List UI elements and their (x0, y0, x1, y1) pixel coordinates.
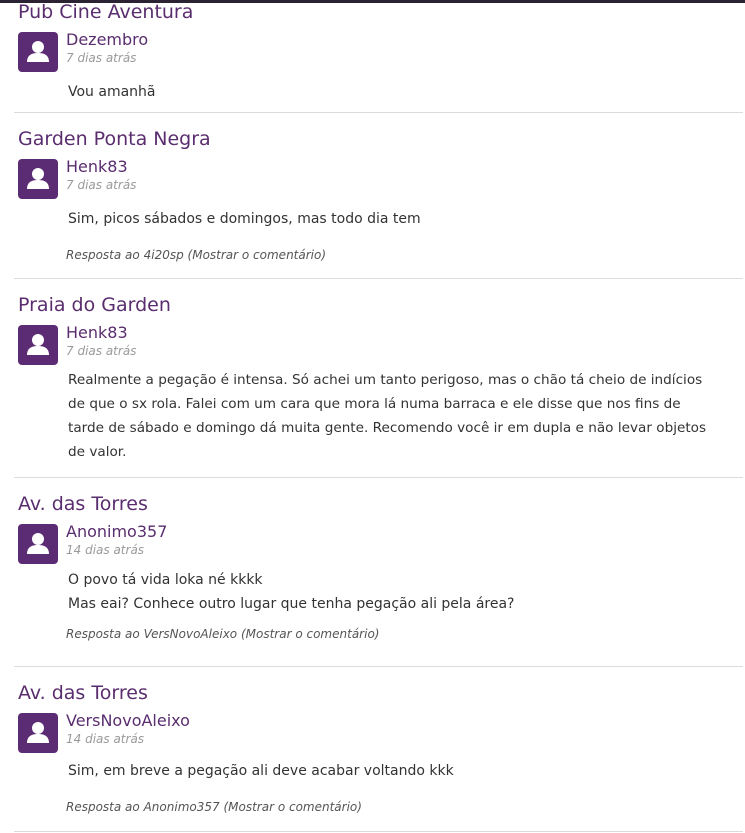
comment-body: Sim, em breve a pegação ali deve acabar … (68, 759, 743, 783)
avatar[interactable] (18, 159, 58, 199)
comment-item: Pub Cine Aventura Dezembro 7 dias atrás … (14, 0, 743, 113)
show-comment-link[interactable]: (Mostrar o comentário) (223, 800, 362, 814)
comment-meta: Henk83 7 dias atrás (66, 323, 136, 359)
timestamp: 14 dias atrás (66, 543, 145, 557)
comment-text: tarde de sábado e domingo dá muita gente… (68, 420, 707, 436)
comment-header: VersNovoAleixo 14 dias atrás (18, 711, 743, 753)
comment-body: Sim, picos sábados e domingos, mas todo … (68, 207, 743, 231)
comment-header: Anonimo357 14 dias atrás (18, 522, 743, 564)
comment-text: Realmente a pegação é intensa. Só achei … (68, 372, 703, 388)
reply-reference: Resposta ao Anonimo357 (Mostrar o coment… (66, 799, 743, 815)
comment-feed: Pub Cine Aventura Dezembro 7 dias atrás … (14, 0, 743, 832)
username-link[interactable]: Henk83 (66, 323, 136, 343)
comment-item: Garden Ponta Negra Henk83 7 dias atrás S… (14, 113, 743, 279)
comment-text: de que o sx rola. Falei com um cara que … (68, 396, 681, 412)
place-title-link[interactable]: Garden Ponta Negra (18, 127, 743, 151)
comment-text: O povo tá vida loka né kkkk (68, 572, 263, 588)
comment-meta: Dezembro 7 dias atrás (66, 30, 148, 66)
avatar[interactable] (18, 32, 58, 72)
comment-text: Mas eai? Conhece outro lugar que tenha p… (68, 596, 515, 612)
comment-text: Sim, em breve a pegação ali deve acabar … (68, 763, 454, 779)
reply-prefix: Resposta ao (66, 248, 140, 262)
reply-prefix: Resposta ao (66, 800, 140, 814)
avatar[interactable] (18, 713, 58, 753)
reply-prefix: Resposta ao (66, 627, 140, 641)
timestamp: 7 dias atrás (66, 51, 137, 65)
avatar[interactable] (18, 524, 58, 564)
comment-header: Dezembro 7 dias atrás (18, 30, 743, 72)
comment-item: Praia do Garden Henk83 7 dias atrás Real… (14, 279, 743, 478)
timestamp: 7 dias atrás (66, 178, 137, 192)
comment-body: O povo tá vida loka né kkkk Mas eai? Con… (68, 568, 743, 616)
show-comment-link[interactable]: (Mostrar o comentário) (188, 248, 327, 262)
comment-text: de valor. (68, 444, 127, 460)
comment-text: Sim, picos sábados e domingos, mas todo … (68, 211, 421, 227)
timestamp: 7 dias atrás (66, 344, 137, 358)
reply-user-link[interactable]: Anonimo357 (144, 800, 220, 814)
comment-body: Vou amanhã (68, 80, 743, 104)
timestamp: 14 dias atrás (66, 732, 145, 746)
reply-reference: Resposta ao 4i20sp (Mostrar o comentário… (66, 247, 743, 263)
reply-reference: Resposta ao VersNovoAleixo (Mostrar o co… (66, 626, 743, 642)
show-comment-link[interactable]: (Mostrar o comentário) (241, 627, 380, 641)
place-title-link[interactable]: Av. das Torres (18, 492, 743, 516)
avatar[interactable] (18, 325, 58, 365)
place-title-link[interactable]: Praia do Garden (18, 293, 743, 317)
user-silhouette-icon (27, 722, 49, 743)
comment-item: Av. das Torres VersNovoAleixo 14 dias at… (14, 667, 743, 832)
user-silhouette-icon (27, 41, 49, 62)
comment-meta: Henk83 7 dias atrás (66, 157, 136, 193)
place-title-link[interactable]: Av. das Torres (18, 681, 743, 705)
user-silhouette-icon (27, 168, 49, 189)
comment-item: Av. das Torres Anonimo357 14 dias atrás … (14, 478, 743, 667)
reply-user-link[interactable]: VersNovoAleixo (144, 627, 238, 641)
comment-meta: VersNovoAleixo 14 dias atrás (66, 711, 190, 747)
username-link[interactable]: Dezembro (66, 30, 148, 50)
username-link[interactable]: Anonimo357 (66, 522, 167, 542)
username-link[interactable]: Henk83 (66, 157, 136, 177)
comment-body: Realmente a pegação é intensa. Só achei … (68, 368, 743, 464)
comment-text: Vou amanhã (68, 84, 156, 100)
reply-user-link[interactable]: 4i20sp (144, 248, 184, 262)
user-silhouette-icon (27, 533, 49, 554)
comment-meta: Anonimo357 14 dias atrás (66, 522, 167, 558)
username-link[interactable]: VersNovoAleixo (66, 711, 190, 731)
comment-header: Henk83 7 dias atrás (18, 323, 743, 365)
comment-header: Henk83 7 dias atrás (18, 157, 743, 199)
user-silhouette-icon (27, 334, 49, 355)
place-title-link[interactable]: Pub Cine Aventura (18, 0, 743, 24)
